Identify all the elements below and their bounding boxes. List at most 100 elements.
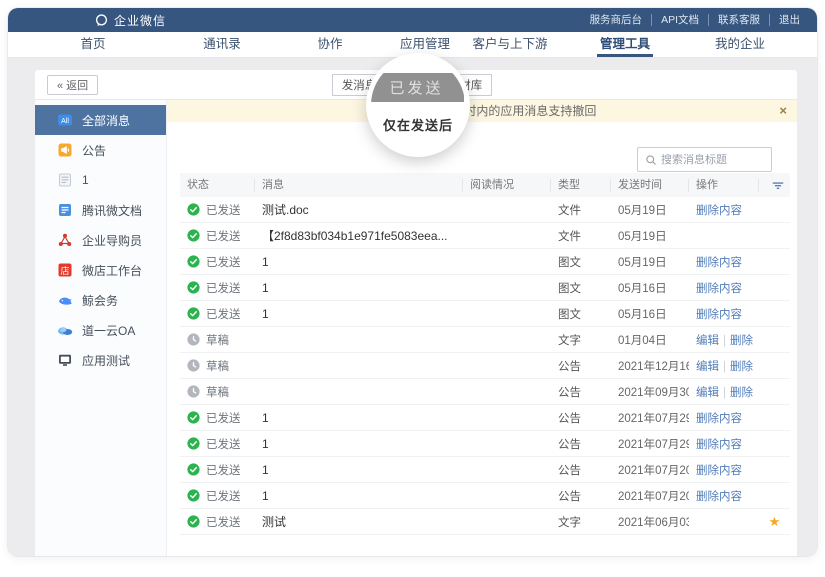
topbar-link-3[interactable]: 退出 bbox=[769, 14, 809, 26]
action-link-删除[interactable]: 删除 bbox=[719, 387, 753, 399]
status-cell: 已发送 bbox=[180, 202, 255, 218]
sidebar-item-0[interactable]: All全部消息 bbox=[35, 105, 166, 135]
sent-check-icon bbox=[187, 411, 200, 424]
action-link-删除内容[interactable]: 删除内容 bbox=[696, 309, 742, 321]
action-link-删除内容[interactable]: 删除内容 bbox=[696, 413, 742, 425]
action-link-删除[interactable]: 删除 bbox=[719, 335, 753, 347]
column-header-1: 消息 bbox=[255, 179, 463, 192]
sidebar-item-6[interactable]: 鲸会务 bbox=[35, 285, 166, 315]
actions-cell: 删除内容 bbox=[689, 409, 759, 427]
sidebar-item-1[interactable]: 公告 bbox=[35, 135, 166, 165]
action-link-编辑[interactable]: 编辑 bbox=[696, 387, 719, 399]
status-cell: 草稿 bbox=[180, 384, 255, 400]
table-body: 已发送测试.doc文件05月19日删除内容已发送【2f8d83bf034b1e9… bbox=[180, 197, 790, 535]
type-cell: 图文 bbox=[551, 280, 611, 296]
back-button[interactable]: « 返回 bbox=[47, 75, 98, 95]
topbar-link-0[interactable]: 服务商后台 bbox=[581, 14, 652, 26]
nav-tab-5[interactable]: 管理工具 bbox=[600, 32, 650, 57]
nav-tab-1[interactable]: 通讯录 bbox=[203, 32, 241, 57]
sidebar-item-7[interactable]: 道一云OA bbox=[35, 315, 166, 345]
nav-tab-0[interactable]: 首页 bbox=[80, 32, 105, 57]
type-cell: 公告 bbox=[551, 436, 611, 452]
status-cell: 已发送 bbox=[180, 488, 255, 504]
sent-check-icon bbox=[187, 203, 200, 216]
status-label: 草稿 bbox=[206, 358, 229, 374]
sidebar-item-label: 公告 bbox=[82, 142, 106, 159]
all-badge-icon: All bbox=[57, 112, 73, 128]
action-link-编辑[interactable]: 编辑 bbox=[696, 335, 719, 347]
date-cell: 2021年07月20日 bbox=[611, 462, 689, 478]
type-cell: 文件 bbox=[551, 228, 611, 244]
actions-cell: 删除内容 bbox=[689, 279, 759, 297]
sent-check-icon bbox=[187, 307, 200, 320]
table-row: 草稿公告2021年12月16日编辑删除 bbox=[180, 353, 790, 379]
sidebar-item-4[interactable]: 企业导购员 bbox=[35, 225, 166, 255]
status-cell: 草稿 bbox=[180, 358, 255, 374]
search-input[interactable] bbox=[661, 154, 771, 166]
close-icon[interactable]: × bbox=[779, 100, 787, 122]
message-title[interactable]: 1 bbox=[255, 281, 463, 295]
message-title[interactable]: 测试 bbox=[255, 513, 463, 530]
nav-tab-3[interactable]: 应用管理 bbox=[400, 32, 450, 57]
sidebar-item-label: 道一云OA bbox=[82, 322, 135, 339]
type-cell: 图文 bbox=[551, 254, 611, 270]
sent-check-icon bbox=[187, 489, 200, 502]
search-icon bbox=[645, 154, 657, 166]
svg-text:店: 店 bbox=[60, 265, 69, 276]
status-label: 已发送 bbox=[206, 436, 241, 452]
nav-tab-4[interactable]: 客户与上下游 bbox=[472, 32, 547, 57]
action-link-删除内容[interactable]: 删除内容 bbox=[696, 283, 742, 295]
status-label: 已发送 bbox=[206, 202, 241, 218]
message-title[interactable]: 1 bbox=[255, 463, 463, 477]
status-cell: 已发送 bbox=[180, 306, 255, 322]
cloud-icon bbox=[57, 322, 73, 338]
table-row: 已发送【2f8d83bf034b1e971fe5083eea...文件05月19… bbox=[180, 223, 790, 249]
action-link-删除内容[interactable]: 删除内容 bbox=[696, 491, 742, 503]
star-icon[interactable]: ★ bbox=[769, 514, 781, 530]
status-cell: 已发送 bbox=[180, 228, 255, 244]
message-title[interactable]: 【2f8d83bf034b1e971fe5083eea... bbox=[255, 227, 463, 244]
magnified-notice-text: 仅在发送后 bbox=[371, 115, 465, 134]
nav-tab-2[interactable]: 协作 bbox=[317, 32, 342, 57]
column-header-5: 操作 bbox=[689, 179, 759, 192]
sidebar-item-2[interactable]: 1 bbox=[35, 165, 166, 195]
date-cell: 05月19日 bbox=[611, 254, 689, 270]
type-cell: 文字 bbox=[551, 332, 611, 348]
message-title[interactable]: 1 bbox=[255, 255, 463, 269]
actions-cell: 删除内容 bbox=[689, 487, 759, 505]
nav-tab-6[interactable]: 我的企业 bbox=[715, 32, 765, 57]
table-row: 已发送1公告2021年07月29日删除内容 bbox=[180, 405, 790, 431]
app-logo[interactable]: 企业微信 bbox=[8, 12, 166, 29]
action-link-删除内容[interactable]: 删除内容 bbox=[696, 205, 742, 217]
topbar-link-1[interactable]: API文档 bbox=[651, 14, 708, 26]
action-link-删除内容[interactable]: 删除内容 bbox=[696, 439, 742, 451]
message-title[interactable]: 1 bbox=[255, 307, 463, 321]
action-link-删除内容[interactable]: 删除内容 bbox=[696, 257, 742, 269]
table-row: 已发送1图文05月16日删除内容 bbox=[180, 275, 790, 301]
actions-cell: 删除内容 bbox=[689, 253, 759, 271]
date-cell: 2021年07月29日 bbox=[611, 410, 689, 426]
sidebar-item-5[interactable]: 店微店工作台 bbox=[35, 255, 166, 285]
filter-icon[interactable] bbox=[771, 178, 785, 192]
draft-clock-icon bbox=[187, 385, 200, 398]
topbar-link-2[interactable]: 联系客服 bbox=[708, 14, 769, 26]
message-title[interactable]: 1 bbox=[255, 437, 463, 451]
action-link-编辑[interactable]: 编辑 bbox=[696, 361, 719, 373]
notice-bar: 仅在发送后24小时内的应用消息支持撤回 × bbox=[167, 100, 797, 122]
actions-cell: 删除内容 bbox=[689, 305, 759, 323]
message-title[interactable]: 1 bbox=[255, 489, 463, 503]
date-cell: 2021年12月16日 bbox=[611, 358, 689, 374]
shop-icon: 店 bbox=[57, 262, 73, 278]
sidebar-item-3[interactable]: 腾讯微文档 bbox=[35, 195, 166, 225]
table-row: 已发送测试.doc文件05月19日删除内容 bbox=[180, 197, 790, 223]
app-title: 企业微信 bbox=[114, 12, 166, 29]
message-title[interactable]: 1 bbox=[255, 411, 463, 425]
sidebar-item-label: 1 bbox=[82, 173, 89, 187]
column-header-4: 发送时间 bbox=[611, 179, 689, 192]
action-link-删除[interactable]: 删除 bbox=[719, 361, 753, 373]
action-link-删除内容[interactable]: 删除内容 bbox=[696, 465, 742, 477]
sidebar-item-8[interactable]: 应用测试 bbox=[35, 345, 166, 375]
chat-bubble-icon bbox=[94, 13, 109, 28]
status-label: 已发送 bbox=[206, 306, 241, 322]
message-title[interactable]: 测试.doc bbox=[255, 201, 463, 218]
